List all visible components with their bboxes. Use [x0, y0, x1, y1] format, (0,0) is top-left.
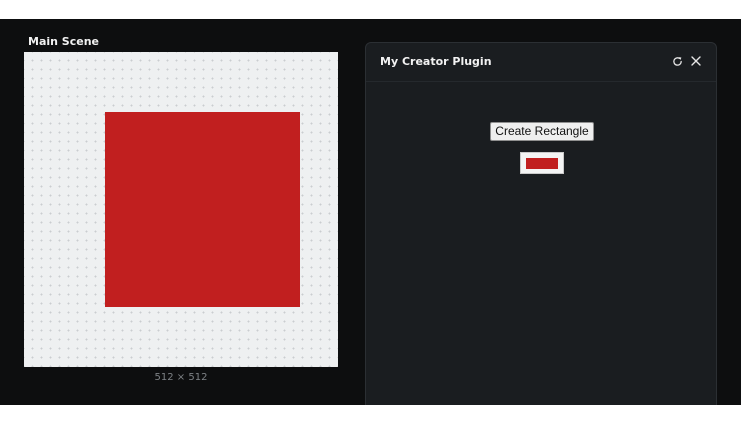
close-icon[interactable]	[689, 54, 703, 68]
plugin-title: My Creator Plugin	[380, 55, 492, 68]
rectangle-preview	[520, 152, 564, 174]
plugin-panel: My Creator Plugin Create Rectangle	[365, 42, 717, 405]
canvas-size-label: 512 × 512	[154, 372, 208, 383]
refresh-icon[interactable]	[670, 54, 684, 68]
scene-title: Main Scene	[28, 35, 99, 48]
app-window: Main Scene 512 × 512 My Creator Plugin C…	[0, 19, 741, 405]
scene-canvas[interactable]	[24, 52, 338, 367]
rectangle-shape[interactable]	[105, 112, 300, 307]
create-rectangle-button[interactable]: Create Rectangle	[490, 122, 594, 141]
plugin-panel-header: My Creator Plugin	[366, 43, 716, 82]
preview-rectangle-swatch	[526, 158, 558, 169]
